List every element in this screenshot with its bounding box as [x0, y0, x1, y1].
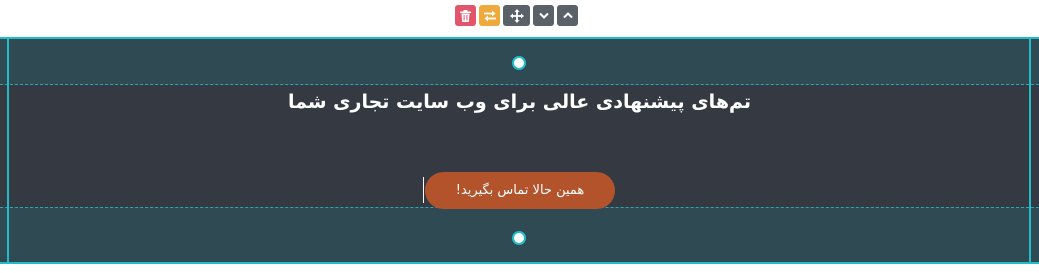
delete-button[interactable] — [455, 5, 476, 26]
text-cursor — [423, 177, 424, 203]
right-edge-guide — [1029, 39, 1031, 262]
move-button[interactable] — [503, 5, 530, 26]
section-toolbar — [455, 5, 578, 26]
bottom-padding-handle[interactable] — [512, 231, 526, 245]
move-arrows-icon — [509, 8, 524, 23]
chevron-down-icon — [538, 12, 549, 19]
move-down-button[interactable] — [533, 5, 554, 26]
swap-arrows-icon — [483, 10, 496, 21]
left-edge-guide — [7, 39, 9, 262]
move-up-button[interactable] — [557, 5, 578, 26]
selected-section[interactable]: تم‌های پیشنهادی عالی برای وب سایت تجاری … — [0, 37, 1039, 264]
section-heading: تم‌های پیشنهادی عالی برای وب سایت تجاری … — [287, 91, 752, 113]
trash-icon — [460, 9, 471, 22]
chevron-up-icon — [562, 12, 573, 19]
call-now-button[interactable]: همین حالا تماس بگیرید! — [425, 172, 615, 209]
top-padding-handle[interactable] — [512, 56, 526, 70]
swap-button[interactable] — [479, 5, 500, 26]
